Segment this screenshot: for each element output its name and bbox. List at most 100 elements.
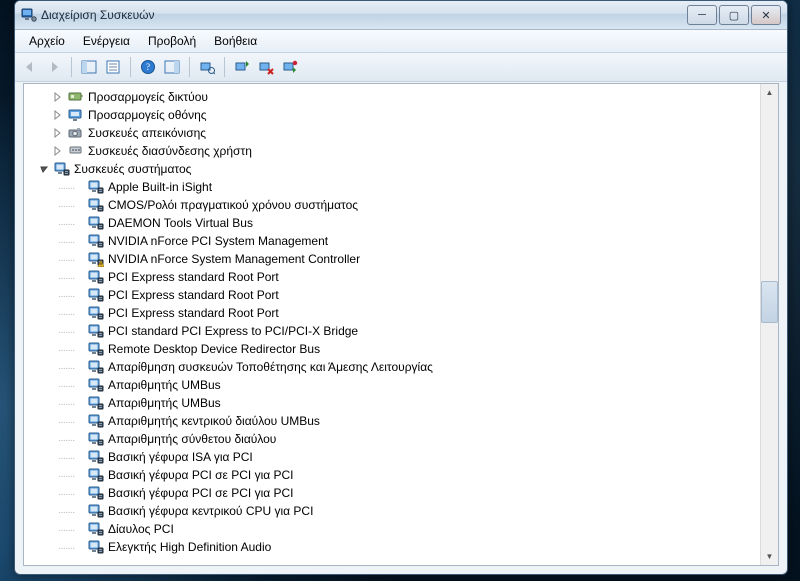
- tree-item-label: Remote Desktop Device Redirector Bus: [108, 342, 320, 356]
- tree-device[interactable]: ·······PCI standard PCI Express to PCI/P…: [24, 322, 778, 340]
- tree-item-label: PCI Express standard Root Port: [108, 288, 279, 302]
- tree-item-label: Απαρίθμηση συσκευών Τοποθέτησης και Άμεσ…: [108, 360, 433, 374]
- back-button[interactable]: [19, 56, 41, 78]
- scroll-down-button[interactable]: ▼: [761, 548, 778, 565]
- minimize-icon: ─: [698, 9, 706, 21]
- tree-item-label: Συσκευές συστήματος: [74, 162, 191, 176]
- tree-device[interactable]: ·······Απαριθμητής κεντρικού διαύλου UMB…: [24, 412, 778, 430]
- expander-icon[interactable]: [38, 163, 50, 175]
- tree-item-label: Προσαρμογείς οθόνης: [88, 108, 207, 122]
- properties-button[interactable]: [102, 56, 124, 78]
- system-device-icon: [88, 269, 104, 285]
- network-adapter-icon: [68, 89, 84, 105]
- vertical-scrollbar[interactable]: ▲ ▼: [760, 84, 778, 565]
- action-pane-button[interactable]: [161, 56, 183, 78]
- tree-device[interactable]: ·······PCI Express standard Root Port: [24, 268, 778, 286]
- system-device-icon: [54, 161, 70, 177]
- system-device-icon: [88, 233, 104, 249]
- tree-device[interactable]: ·······CMOS/Ρολόι πραγματικού χρόνου συσ…: [24, 196, 778, 214]
- system-device-icon: [88, 359, 104, 375]
- close-button[interactable]: ✕: [751, 5, 781, 25]
- minimize-button[interactable]: ─: [687, 5, 717, 25]
- svg-text:?: ?: [146, 62, 150, 72]
- tree-item-label: NVIDIA nForce System Management Controll…: [108, 252, 360, 266]
- system-device-icon: [88, 215, 104, 231]
- scan-hardware-icon: [199, 59, 215, 75]
- help-button[interactable]: ?: [137, 56, 159, 78]
- tree-device[interactable]: ·······NVIDIA nForce PCI System Manageme…: [24, 232, 778, 250]
- tree-category[interactable]: Προσαρμογείς δικτύου: [24, 88, 778, 106]
- tree-device[interactable]: ·······Απαρίθμηση συσκευών Τοποθέτησης κ…: [24, 358, 778, 376]
- tree-item-label: Apple Built-in iSight: [108, 180, 212, 194]
- tree-device[interactable]: ·······PCI Express standard Root Port: [24, 304, 778, 322]
- close-icon: ✕: [761, 9, 770, 22]
- uninstall-button[interactable]: [255, 56, 277, 78]
- tree-device[interactable]: ·······Απαριθμητής σύνθετου διαύλου: [24, 430, 778, 448]
- app-icon: [21, 7, 37, 23]
- tree-category-open[interactable]: Συσκευές συστήματος: [24, 160, 778, 178]
- system-device-icon: [88, 341, 104, 357]
- titlebar[interactable]: Διαχείριση Συσκευών ─ ▢ ✕: [15, 1, 787, 30]
- scroll-up-button[interactable]: ▲: [761, 84, 778, 101]
- tree-device[interactable]: ·······Remote Desktop Device Redirector …: [24, 340, 778, 358]
- tree-device[interactable]: ·······Apple Built-in iSight: [24, 178, 778, 196]
- tree-item-label: Βασική γέφυρα ISA για PCI: [108, 450, 253, 464]
- toolbar: ?: [15, 53, 787, 82]
- tree-category[interactable]: Συσκευές απεικόνισης: [24, 124, 778, 142]
- scan-hardware-button[interactable]: [196, 56, 218, 78]
- forward-icon: [46, 59, 62, 75]
- tree-item-label: Προσαρμογείς δικτύου: [88, 90, 208, 104]
- tree-view[interactable]: Προσαρμογείς δικτύου Προσαρμογείς οθόνης Σ…: [23, 83, 779, 566]
- forward-button[interactable]: [43, 56, 65, 78]
- tree-category[interactable]: Προσαρμογείς οθόνης: [24, 106, 778, 124]
- disable-button[interactable]: [279, 56, 301, 78]
- expander-icon[interactable]: [52, 109, 64, 121]
- tree-device[interactable]: ·······Δίαυλος PCI: [24, 520, 778, 538]
- tree-category[interactable]: Συσκευές διασύνδεσης χρήστη: [24, 142, 778, 160]
- help-icon: ?: [140, 59, 156, 75]
- tree-item-label: Δίαυλος PCI: [108, 522, 174, 536]
- expander-icon[interactable]: [52, 145, 64, 157]
- display-adapter-icon: [68, 107, 84, 123]
- system-device-icon: [88, 197, 104, 213]
- system-device-icon: [88, 179, 104, 195]
- menu-view[interactable]: Προβολή: [140, 32, 204, 50]
- tree-item-label: PCI standard PCI Express to PCI/PCI-X Br…: [108, 324, 358, 338]
- action-pane-icon: [164, 59, 180, 75]
- system-device-icon: [88, 431, 104, 447]
- tree-item-label: Απαριθμητής σύνθετου διαύλου: [108, 432, 276, 446]
- menu-help[interactable]: Βοήθεια: [206, 32, 265, 50]
- tree-item-label: Συσκευές διασύνδεσης χρήστη: [88, 144, 252, 158]
- scroll-thumb[interactable]: [761, 281, 778, 323]
- tree-pane-icon: [81, 59, 97, 75]
- back-icon: [22, 59, 38, 75]
- system-device-icon: [88, 449, 104, 465]
- tree-device[interactable]: ·······DAEMON Tools Virtual Bus: [24, 214, 778, 232]
- expander-icon[interactable]: [52, 91, 64, 103]
- tree-device[interactable]: ·······NVIDIA nForce System Management C…: [24, 250, 778, 268]
- tree-item-label: Βασική γέφυρα PCI σε PCI για PCI: [108, 486, 294, 500]
- system-device-icon: [88, 251, 104, 267]
- tree-device[interactable]: ·······Βασική γέφυρα PCI σε PCI για PCI: [24, 484, 778, 502]
- system-device-icon: [88, 467, 104, 483]
- maximize-button[interactable]: ▢: [719, 5, 749, 25]
- tree-device[interactable]: ·······Απαριθμητής UMBus: [24, 394, 778, 412]
- tree-device[interactable]: ·······Βασική γέφυρα PCI σε PCI για PCI: [24, 466, 778, 484]
- show-hide-tree-button[interactable]: [78, 56, 100, 78]
- tree-item-label: CMOS/Ρολόι πραγματικού χρόνου συστήματος: [108, 198, 358, 212]
- hid-device-icon: [68, 143, 84, 159]
- uninstall-icon: [258, 59, 274, 75]
- expander-icon[interactable]: [52, 127, 64, 139]
- tree-device[interactable]: ·······Ελεγκτής High Definition Audio: [24, 538, 778, 556]
- menu-action[interactable]: Ενέργεια: [75, 32, 138, 50]
- system-device-icon: [88, 521, 104, 537]
- tree-device[interactable]: ·······Απαριθμητής UMBus: [24, 376, 778, 394]
- system-device-icon: [88, 395, 104, 411]
- tree-device[interactable]: ·······Βασική γέφυρα κεντρικού CPU για P…: [24, 502, 778, 520]
- update-driver-button[interactable]: [231, 56, 253, 78]
- menu-file[interactable]: Αρχείο: [21, 32, 73, 50]
- tree-device[interactable]: ·······Βασική γέφυρα ISA για PCI: [24, 448, 778, 466]
- tree-device[interactable]: ·······PCI Express standard Root Port: [24, 286, 778, 304]
- disable-icon: [282, 59, 298, 75]
- tree-item-label: Βασική γέφυρα κεντρικού CPU για PCI: [108, 504, 313, 518]
